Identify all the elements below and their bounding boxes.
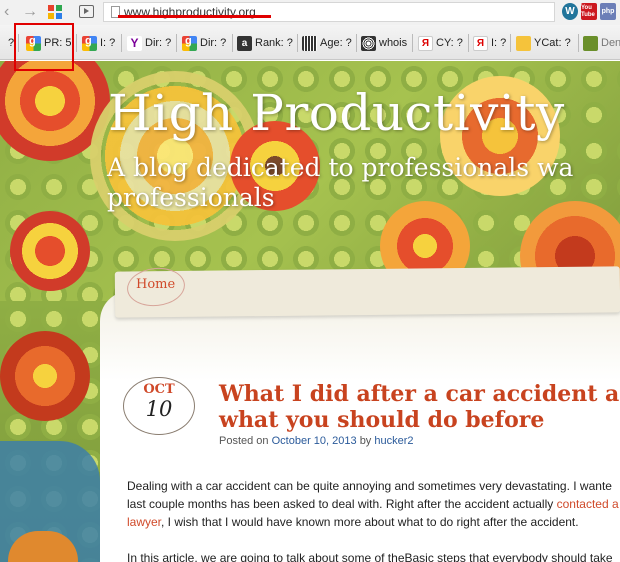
post-title[interactable]: What I did after a car accident an what … — [219, 381, 620, 433]
seo-item-label: I: ? — [100, 37, 116, 49]
post-title-line[interactable]: What I did after a car accident an — [219, 381, 620, 407]
dent-icon — [583, 35, 598, 51]
site-tagline: A blog dedicated to professionals wa pro… — [107, 153, 620, 213]
yandex-icon: Я — [473, 35, 488, 51]
back-icon[interactable]: ‹ — [4, 3, 9, 21]
apps-icon[interactable] — [48, 5, 62, 19]
date-day: 10 — [145, 397, 173, 421]
toolbar-divider — [18, 34, 19, 52]
seo-lead-item[interactable]: ? — [8, 34, 14, 52]
seo-item-yandex-index[interactable]: Я I: ? — [473, 34, 506, 52]
date-month: OCT — [143, 382, 175, 397]
address-bar[interactable]: www.highproductivity.org — [103, 2, 555, 22]
seo-item-label: CY: ? — [436, 37, 463, 49]
toolbar-divider — [412, 34, 413, 52]
media-play-icon[interactable] — [79, 5, 94, 18]
seo-item-alexa-rank[interactable]: a Rank: ? — [237, 34, 293, 52]
toolbar-divider — [356, 34, 357, 52]
seo-item-yahoo-cat[interactable]: YCat: ? — [516, 34, 571, 52]
lock-icon — [516, 35, 531, 51]
site-title[interactable]: High Productivity — [108, 83, 565, 143]
php-icon[interactable]: php — [600, 3, 616, 20]
fingerprint-icon — [361, 35, 376, 51]
seo-item-google-dir[interactable]: Dir: ? — [182, 34, 226, 52]
extension-icons: W You Tube php — [562, 3, 616, 20]
lawyer-link[interactable]: lawyer — [127, 515, 161, 529]
tagline-line: A blog dedicated to professionals wa — [107, 153, 574, 182]
nav-menu — [114, 266, 620, 318]
seo-item-label: Dir: ? — [200, 37, 227, 49]
post-date-link[interactable]: October 10, 2013 — [272, 435, 357, 447]
seo-lead-label: ? — [8, 37, 15, 49]
seo-item-label: Den — [601, 37, 620, 49]
meta-by: by — [359, 435, 372, 447]
meta-prefix: Posted on — [219, 435, 269, 447]
post-paragraph: In this article, we are going to talk ab… — [127, 549, 620, 562]
flower-decoration — [0, 331, 90, 421]
seo-item-label: PR: 5 — [44, 37, 72, 49]
seo-item-label: Rank: ? — [255, 37, 293, 49]
google-icon — [182, 35, 197, 51]
toolbar-divider — [176, 34, 177, 52]
seo-item-label: Dir: ? — [145, 37, 172, 49]
toolbar-divider — [297, 34, 298, 52]
toolbar-divider — [578, 34, 579, 52]
webpage: High Productivity A blog dedicated to pr… — [0, 61, 620, 562]
google-icon — [82, 35, 97, 51]
seo-item-whois[interactable]: whois — [361, 34, 407, 52]
paragraph-line: , I wish that I would have known more ab… — [161, 515, 579, 529]
browser-address-row: ‹ → www.highproductivity.org W You Tube … — [0, 0, 620, 25]
alexa-icon: a — [237, 35, 252, 51]
seo-item-yahoo-dir[interactable]: Y Dir: ? — [127, 34, 171, 52]
yahoo-icon: Y — [127, 35, 142, 51]
seo-item-google-index[interactable]: I: ? — [82, 34, 115, 52]
forward-icon[interactable]: → — [22, 3, 38, 21]
paragraph-line: In this article, we are going to talk ab… — [127, 551, 613, 562]
seo-item-label: whois — [379, 37, 408, 49]
seo-item-label: I: ? — [491, 37, 507, 49]
youtube-icon[interactable]: You Tube — [581, 3, 597, 20]
seo-item-google-pr[interactable]: PR: 5 — [26, 34, 72, 52]
toolbar-divider — [510, 34, 511, 52]
flower-decoration — [10, 211, 90, 291]
nav-home-link[interactable]: Home — [136, 277, 175, 292]
paragraph-line: Dealing with a car accident can be quite… — [127, 479, 612, 493]
barcode-icon — [302, 35, 317, 51]
post-meta: Posted on October 10, 2013 by hucker2 — [219, 435, 414, 447]
seo-toolbar: ? PR: 5 I: ? Y Dir: ? Dir: ? a Rank: ? A… — [0, 25, 620, 60]
toolbar-divider — [468, 34, 469, 52]
lawyer-link[interactable]: contacted a — [557, 497, 619, 511]
paragraph-line: last couple months has been asked to dea… — [127, 497, 554, 511]
tagline-line: professionals — [107, 183, 275, 212]
toolbar-divider — [76, 34, 77, 52]
post-title-line[interactable]: what you should do before — [219, 407, 620, 433]
seo-item-dent[interactable]: Den — [583, 34, 620, 52]
post-paragraph: Dealing with a car accident can be quite… — [127, 477, 620, 531]
google-icon — [26, 35, 41, 51]
seo-item-label: Age: ? — [320, 37, 352, 49]
toolbar-divider — [121, 34, 122, 52]
post-body: Dealing with a car accident can be quite… — [127, 477, 620, 562]
seo-item-age[interactable]: Age: ? — [302, 34, 352, 52]
seo-item-label: YCat: ? — [534, 37, 571, 49]
yandex-icon: Я — [418, 35, 433, 51]
post-author-link[interactable]: hucker2 — [374, 435, 413, 447]
seo-item-yandex-cy[interactable]: Я CY: ? — [418, 34, 463, 52]
toolbar-divider — [232, 34, 233, 52]
wordpress-icon[interactable]: W — [562, 3, 578, 20]
url-red-underline — [118, 15, 271, 18]
